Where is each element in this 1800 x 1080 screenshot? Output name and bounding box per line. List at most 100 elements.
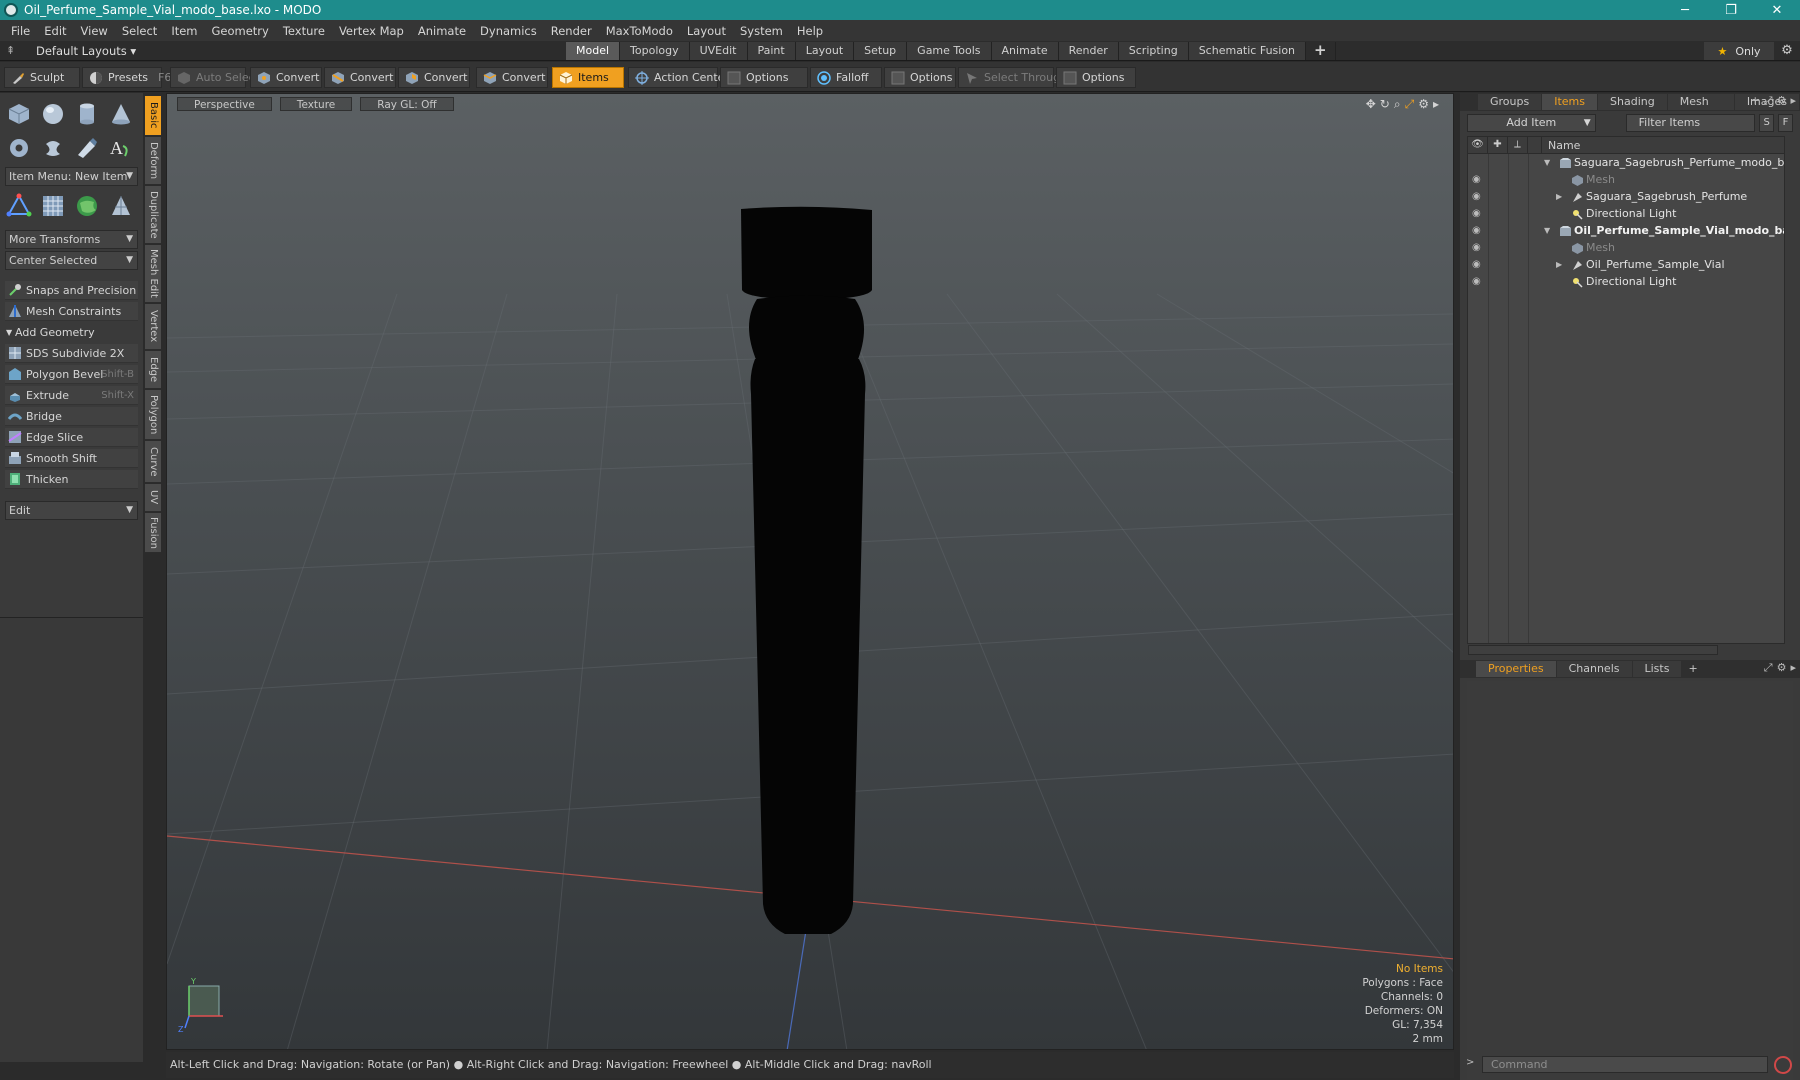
expand-panel-icon[interactable]: ⤢ [1764, 661, 1773, 675]
vtab-uv[interactable]: UV [145, 484, 161, 512]
only-button[interactable]: ★ Only [1704, 42, 1774, 60]
vtab-basic[interactable]: Basic [145, 96, 161, 136]
texture-shading-button[interactable]: Texture [279, 97, 353, 111]
pyramid-icon[interactable] [106, 191, 136, 221]
perspective-view-button[interactable]: Perspective [177, 97, 272, 111]
vtab-mesh-edit[interactable]: Mesh Edit [145, 245, 161, 303]
pen-tool-icon[interactable] [72, 133, 102, 163]
eye-icon[interactable]: ◉ [1472, 239, 1486, 256]
menu-maxtomodo[interactable]: MaxToModo [599, 24, 680, 38]
tab-schematic-fusion[interactable]: Schematic Fusion [1188, 42, 1307, 60]
tab-topology[interactable]: Topology [620, 42, 690, 60]
menu-file[interactable]: File [4, 24, 37, 38]
vtab-vertex[interactable]: Vertex [145, 304, 161, 350]
expand-panel-icon[interactable]: ⤢ [1764, 94, 1773, 108]
reference-column-icon[interactable]: ⟂ [1508, 137, 1528, 154]
close-button[interactable]: ✕ [1754, 0, 1800, 20]
command-history-icon[interactable] [1774, 1056, 1792, 1074]
expand-triangle-icon[interactable]: ▼ [1544, 222, 1550, 239]
tab-uvedit[interactable]: UVEdit [689, 42, 748, 60]
pan-icon[interactable]: ✥ [1366, 97, 1376, 112]
filter-items-input[interactable]: Filter Items [1625, 114, 1756, 132]
3d-viewport[interactable]: Y Z Perspective Texture Ray GL: Off ✥ ↻ … [166, 93, 1454, 1050]
menu-view[interactable]: View [74, 24, 115, 38]
cone-primitive-icon[interactable] [106, 99, 136, 129]
presets-button[interactable]: Presets F6 [82, 67, 171, 88]
item-list-scrollbar[interactable] [1468, 645, 1718, 655]
items-mode-button[interactable]: Items [552, 67, 624, 88]
add-tab-button[interactable]: + [1306, 42, 1336, 60]
convert-vertices-button[interactable]: Convert [250, 67, 322, 88]
polygon-bevel-button[interactable]: Polygon Bevel Shift-B [5, 365, 138, 384]
menu-select[interactable]: Select [115, 24, 164, 38]
expand-triangle-icon[interactable]: ▼ [1544, 154, 1550, 171]
menu-help[interactable]: Help [790, 24, 830, 38]
select-through-button[interactable]: Select Through [958, 67, 1067, 88]
lock-column-icon[interactable]: ✚ [1488, 137, 1508, 154]
tab-animate[interactable]: Animate [991, 42, 1059, 60]
menu-texture[interactable]: Texture [276, 24, 332, 38]
raygl-button[interactable]: Ray GL: Off [360, 97, 454, 111]
sds-subdivide-button[interactable]: SDS Subdivide 2X [5, 344, 138, 363]
vtab-edge[interactable]: Edge [145, 351, 161, 389]
gear-icon[interactable]: ⚙ [1776, 42, 1798, 60]
list-item-directional-light[interactable]: ◉ Directional Light [1468, 205, 1784, 222]
panel-gear-icon[interactable]: ⚙ [1777, 94, 1787, 108]
vtab-fusion[interactable]: Fusion [145, 513, 161, 553]
menu-vertex-map[interactable]: Vertex Map [332, 24, 411, 38]
convert-items-button[interactable]: Convert [476, 67, 548, 88]
tab-paint[interactable]: Paint [747, 42, 796, 60]
vtab-duplicate[interactable]: Duplicate [145, 186, 161, 244]
eye-icon[interactable]: ◉ [1472, 222, 1486, 239]
menu-geometry[interactable]: Geometry [205, 24, 276, 38]
text-tool-icon[interactable]: A [106, 133, 136, 163]
tab-scripting[interactable]: Scripting [1118, 42, 1189, 60]
extrude-button[interactable]: Extrude Shift-X [5, 386, 138, 405]
vtab-polygon[interactable]: Polygon [145, 390, 161, 440]
falloff-button[interactable]: Falloff [810, 67, 882, 88]
options-button-2[interactable]: Options [884, 67, 956, 88]
grid-icon[interactable] [38, 191, 68, 221]
list-item-mesh[interactable]: ◉ Mesh [1468, 239, 1784, 256]
menu-item[interactable]: Item [164, 24, 204, 38]
sculpt-button[interactable]: Sculpt [4, 67, 80, 88]
viewport-expand-icon[interactable]: ▸ [1433, 97, 1439, 112]
edit-dropdown[interactable]: Edit ▼ [5, 501, 138, 520]
eye-icon[interactable]: ◉ [1472, 205, 1486, 222]
menu-edit[interactable]: Edit [37, 24, 73, 38]
more-transforms-dropdown[interactable]: More Transforms ▼ [5, 230, 138, 249]
add-tab-icon[interactable]: + [1751, 94, 1760, 108]
list-item-mesh[interactable]: ◉ Mesh [1468, 171, 1784, 188]
panel-arrow-icon[interactable]: ▸ [1790, 661, 1796, 675]
transform-gizmo-icon[interactable] [4, 191, 34, 221]
menu-render[interactable]: Render [544, 24, 599, 38]
auto-select-button[interactable]: Auto Select [170, 67, 259, 88]
eye-icon[interactable]: ◉ [1472, 273, 1486, 290]
rotate-icon[interactable]: ↻ [1380, 97, 1390, 112]
item-menu-dropdown[interactable]: Item Menu: New Item ▼ [5, 167, 138, 186]
edge-slice-button[interactable]: Edge Slice [5, 428, 138, 447]
f-filter-button[interactable]: F [1778, 114, 1793, 132]
list-item-vial-scene[interactable]: ◉ ▼ Oil_Perfume_Sample_Vial_modo_ba... [1468, 222, 1784, 239]
list-item-saguara-scene[interactable]: ▼ Saguara_Sagebrush_Perfume_modo_base ..… [1468, 154, 1784, 171]
center-selected-dropdown[interactable]: Center Selected ▼ [5, 251, 138, 270]
panel-arrow-icon[interactable]: ▸ [1790, 94, 1796, 108]
add-geometry-header[interactable]: ▼ Add Geometry [5, 324, 138, 342]
tab-model[interactable]: Model [566, 42, 621, 60]
tab-channels[interactable]: Channels [1556, 661, 1632, 677]
sphere-primitive-icon[interactable] [38, 99, 68, 129]
thicken-button[interactable]: Thicken [5, 470, 138, 489]
tab-shading[interactable]: Shading [1598, 94, 1667, 110]
globe-icon[interactable] [72, 191, 102, 221]
panel-gear-icon[interactable]: ⚙ [1777, 661, 1787, 675]
tab-groups[interactable]: Groups [1478, 94, 1542, 110]
list-item-vial-group[interactable]: ◉ ▶ Oil_Perfume_Sample_Vial [1468, 256, 1784, 273]
minimize-button[interactable]: ─ [1662, 0, 1708, 20]
smooth-shift-button[interactable]: Smooth Shift [5, 449, 138, 468]
bridge-button[interactable]: Bridge [5, 407, 138, 426]
default-layouts-dropdown[interactable]: Default Layouts ▾ [36, 44, 136, 58]
tab-mesh[interactable]: Mesh ... [1667, 94, 1734, 124]
cylinder-primitive-icon[interactable] [72, 99, 102, 129]
list-item-directional-light[interactable]: ◉ Directional Light [1468, 273, 1784, 290]
convert-polygons-button[interactable]: Convert [398, 67, 470, 88]
